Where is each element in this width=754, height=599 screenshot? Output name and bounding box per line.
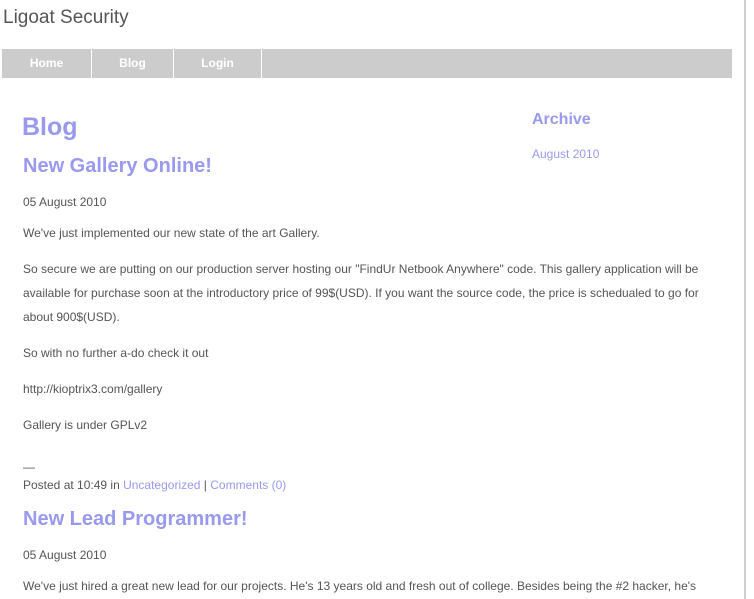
post-paragraph: We've just implemented our new state of …	[23, 226, 320, 240]
archive-title: Archive	[532, 111, 591, 128]
site-title: Ligoat Security	[3, 7, 129, 28]
post-footer-posted: Posted at 10:49 in	[23, 478, 124, 492]
post-paragraph: http://kioptrix3.com/gallery	[23, 382, 163, 396]
comments-link[interactable]: Comments (0)	[210, 478, 286, 492]
main-navbar: Home Blog Login	[2, 49, 732, 78]
page-right-border	[744, 0, 746, 599]
post-paragraph: Gallery is under GPLv2	[23, 418, 148, 432]
page: Ligoat Security Home Blog Login Blog New…	[0, 0, 754, 599]
post-title-new-gallery[interactable]: New Gallery Online!	[23, 155, 212, 178]
post-paragraph: So with no further a-do check it out	[23, 346, 209, 360]
post-paragraph: So secure we are putting on our producti…	[23, 262, 699, 324]
nav-blog-link[interactable]: Blog	[92, 49, 174, 78]
nav-home-link[interactable]: Home	[2, 49, 92, 78]
post-title-new-lead-programmer[interactable]: New Lead Programmer!	[23, 508, 248, 531]
post-date: 05 August 2010	[23, 548, 107, 562]
archive-sidebar: Archive August 2010	[532, 110, 732, 161]
nav-login-link[interactable]: Login	[174, 49, 262, 78]
blog-heading: Blog	[22, 113, 78, 141]
post-footer: Posted at 10:49 in Uncategorized | Comme…	[23, 473, 286, 497]
archive-link-august-2010[interactable]: August 2010	[532, 147, 599, 161]
category-link[interactable]: Uncategorized	[123, 478, 200, 492]
footer-divider: |	[200, 478, 211, 492]
post-paragraph: We've just hired a great new lead for ou…	[23, 579, 697, 593]
post-date: 05 August 2010	[23, 195, 107, 209]
